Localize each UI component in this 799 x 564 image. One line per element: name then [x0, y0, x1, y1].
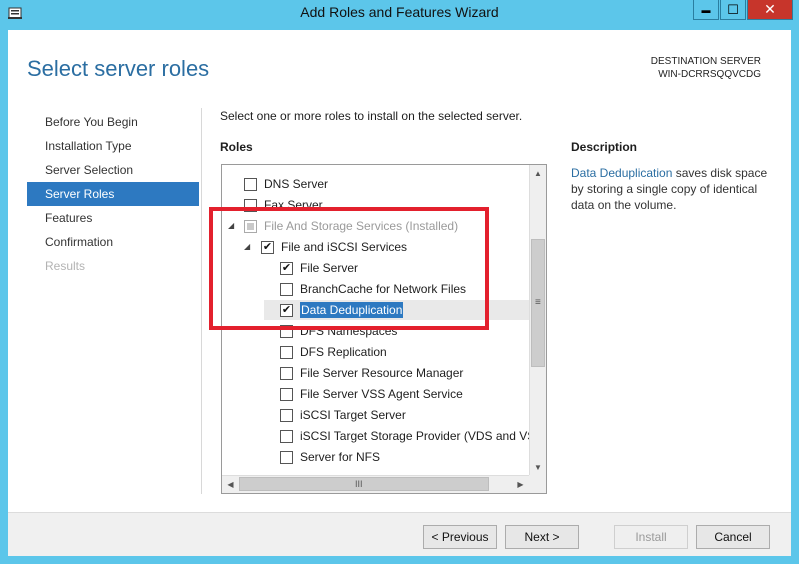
scroll-left-arrow-icon[interactable]: ◀ — [222, 476, 239, 493]
role-label: Fax Server — [264, 198, 323, 212]
checkbox-file-server[interactable]: ✔ — [280, 262, 293, 275]
scroll-down-arrow-icon[interactable]: ▼ — [530, 459, 546, 476]
role-label: iSCSI Target Storage Provider (VDS and V… — [300, 429, 529, 443]
checkbox-file-and-iscsi-services[interactable]: ✔ — [261, 241, 274, 254]
expand-arrow-icon[interactable]: ◢ — [228, 216, 238, 236]
role-item-file-server[interactable]: ✔ File Server — [222, 258, 529, 278]
maximize-icon: ☐ — [727, 1, 739, 17]
role-label: File and iSCSI Services — [281, 240, 408, 254]
role-item-iscsi-target-server[interactable]: iSCSI Target Server — [222, 405, 529, 425]
button-bar: < Previous Next > Install Cancel — [8, 512, 791, 556]
next-button[interactable]: Next > — [505, 525, 579, 549]
title-bar[interactable]: Add Roles and Features Wizard ▬ ☐ ✕ — [0, 0, 799, 28]
nav-item-server-selection[interactable]: Server Selection — [27, 158, 199, 182]
roles-tree[interactable]: DNS Server Fax Server ◢ File And Storage… — [221, 164, 547, 494]
scrollbar-corner — [529, 475, 546, 493]
role-item-dfs-namespaces[interactable]: DFS Namespaces — [222, 321, 529, 341]
roles-heading: Roles — [220, 140, 253, 154]
nav-item-server-roles[interactable]: Server Roles — [27, 182, 199, 206]
role-label: DFS Replication — [300, 345, 387, 359]
role-label: File Server — [300, 261, 359, 275]
check-icon: ✔ — [262, 241, 273, 253]
role-item-file-and-iscsi-services[interactable]: ◢ ✔ File and iSCSI Services — [222, 237, 529, 257]
role-item-fax-server[interactable]: Fax Server — [222, 195, 529, 215]
checkbox-iscsi-target-storage-provider[interactable] — [280, 430, 293, 443]
close-button[interactable]: ✕ — [747, 0, 793, 20]
checkbox-file-server-resource-manager[interactable] — [280, 367, 293, 380]
role-label: Server for NFS — [300, 450, 381, 464]
role-label: DFS Namespaces — [300, 324, 398, 338]
role-item-branchcache[interactable]: BranchCache for Network Files — [222, 279, 529, 299]
install-button: Install — [614, 525, 688, 549]
window-title: Add Roles and Features Wizard — [300, 4, 499, 20]
role-item-file-server-resource-manager[interactable]: File Server Resource Manager — [222, 363, 529, 383]
maximize-button[interactable]: ☐ — [720, 0, 746, 20]
scroll-right-arrow-icon[interactable]: ▶ — [512, 476, 529, 493]
scroll-up-arrow-icon[interactable]: ▲ — [530, 165, 546, 182]
checkbox-branchcache[interactable] — [280, 283, 293, 296]
instruction-text: Select one or more roles to install on t… — [220, 109, 523, 123]
wizard-body: Select server roles DESTINATION SERVER W… — [8, 30, 791, 556]
role-item-data-deduplication[interactable]: ✔ Data Deduplication — [264, 300, 529, 320]
minimize-icon: ▬ — [701, 4, 711, 15]
nav-item-features[interactable]: Features — [27, 206, 199, 230]
checkbox-file-server-vss-agent[interactable] — [280, 388, 293, 401]
wizard-nav: Before You Begin Installation Type Serve… — [27, 110, 199, 278]
minimize-button[interactable]: ▬ — [693, 0, 719, 20]
nav-item-installation-type[interactable]: Installation Type — [27, 134, 199, 158]
nav-item-before-you-begin[interactable]: Before You Begin — [27, 110, 199, 134]
checkbox-fax-server[interactable] — [244, 199, 257, 212]
checkbox-dns-server[interactable] — [244, 178, 257, 191]
nav-divider — [201, 108, 202, 494]
checkbox-dfs-namespaces[interactable] — [280, 325, 293, 338]
role-label: Data Deduplication — [300, 302, 404, 318]
role-label: iSCSI Target Server — [300, 408, 406, 422]
check-icon: ✔ — [281, 262, 292, 274]
nav-item-confirmation[interactable]: Confirmation — [27, 230, 199, 254]
role-item-dns-server[interactable]: DNS Server — [222, 174, 529, 194]
cancel-button[interactable]: Cancel — [696, 525, 770, 549]
role-item-server-for-nfs[interactable]: Server for NFS — [222, 447, 529, 467]
vertical-scrollbar[interactable]: ▲ ≡ ▼ — [529, 165, 546, 476]
grip-icon: III — [355, 479, 363, 489]
previous-button[interactable]: < Previous — [423, 525, 497, 549]
expand-arrow-icon[interactable]: ◢ — [244, 237, 254, 257]
horizontal-scroll-thumb[interactable]: III — [239, 477, 489, 491]
page-title: Select server roles — [27, 56, 210, 81]
destination-label: DESTINATION SERVER — [650, 56, 761, 67]
role-label: File And Storage Services (Installed) — [264, 219, 459, 233]
checkbox-dfs-replication[interactable] — [280, 346, 293, 359]
close-icon: ✕ — [764, 1, 776, 17]
horizontal-scrollbar[interactable]: ◀ III ▶ — [222, 475, 529, 493]
role-item-file-and-storage-services[interactable]: ◢ File And Storage Services (Installed) — [222, 216, 529, 236]
role-item-iscsi-target-storage-provider[interactable]: iSCSI Target Storage Provider (VDS and V… — [222, 426, 529, 446]
role-label: File Server VSS Agent Service — [300, 387, 463, 401]
checkbox-server-for-nfs[interactable] — [280, 451, 293, 464]
role-item-file-server-vss-agent[interactable]: File Server VSS Agent Service — [222, 384, 529, 404]
description-heading: Description — [571, 140, 638, 154]
role-item-dfs-replication[interactable]: DFS Replication — [222, 342, 529, 362]
nav-item-results: Results — [45, 259, 86, 273]
description-link[interactable]: Data Deduplication — [571, 166, 672, 180]
role-label: File Server Resource Manager — [300, 366, 464, 380]
role-label: BranchCache for Network Files — [300, 282, 467, 296]
wizard-window: Add Roles and Features Wizard ▬ ☐ ✕ Sele… — [0, 0, 799, 564]
checkbox-iscsi-target-server[interactable] — [280, 409, 293, 422]
role-label: DNS Server — [264, 177, 329, 191]
destination-server-name: WIN-DCRRSQQVCDG — [658, 69, 761, 80]
checkbox-file-and-storage-services — [244, 220, 257, 233]
checkbox-data-deduplication[interactable]: ✔ — [280, 304, 293, 317]
check-icon: ✔ — [281, 304, 292, 316]
destination-server-info: DESTINATION SERVER WIN-DCRRSQQVCDG — [651, 55, 761, 81]
grip-icon: ≡ — [535, 297, 541, 308]
description-text: Data Deduplication saves disk space by s… — [571, 165, 771, 213]
vertical-scroll-thumb[interactable]: ≡ — [531, 239, 545, 367]
